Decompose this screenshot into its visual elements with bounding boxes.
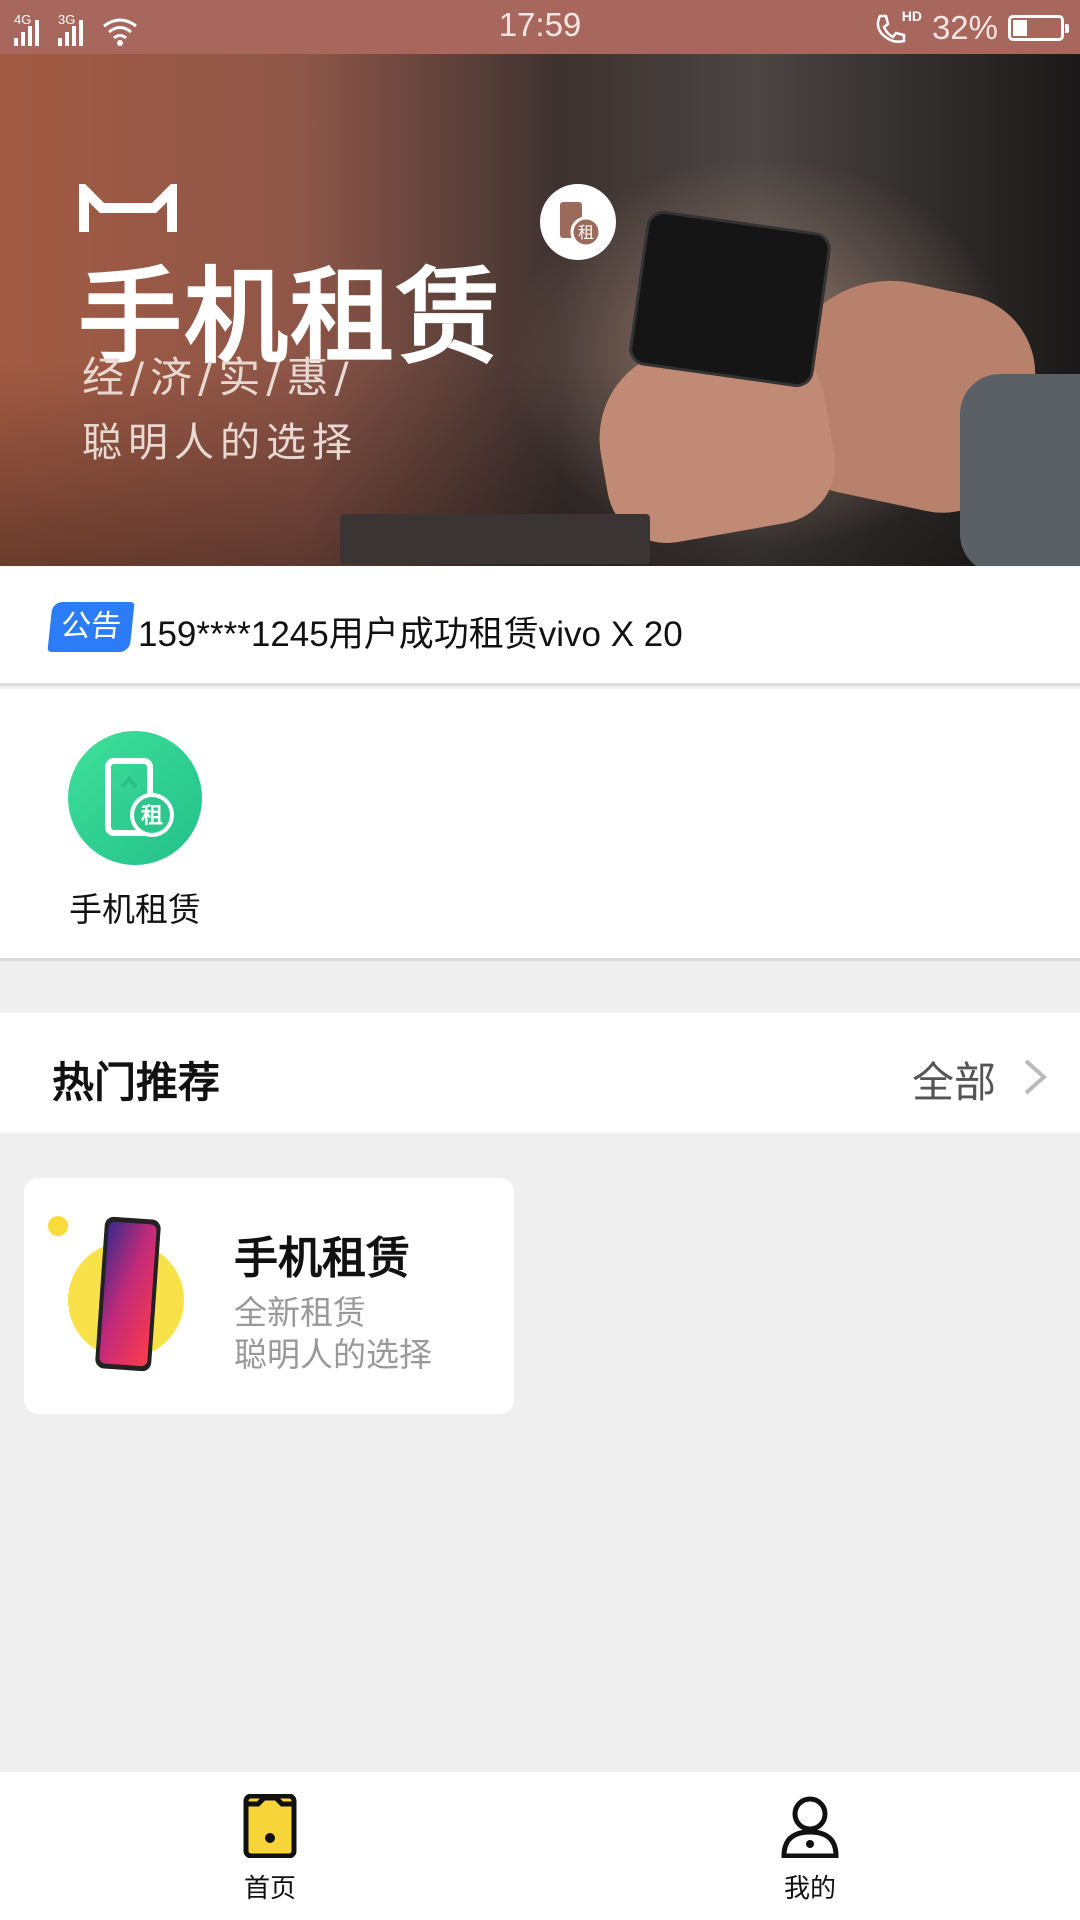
section-title: 热门推荐 bbox=[52, 1058, 221, 1107]
category-grid: 租 手机租赁 bbox=[0, 689, 1080, 961]
card-title: 手机租赁 bbox=[234, 1233, 410, 1284]
chevron-right-icon[interactable] bbox=[1016, 1057, 1056, 1097]
product-card[interactable]: 手机租赁 全新租赁 聪明人的选择 bbox=[24, 1178, 514, 1414]
nav-home[interactable]: 首页 bbox=[170, 1793, 370, 1905]
status-right: HD 32% bbox=[872, 8, 1069, 48]
home-phone-icon bbox=[243, 1793, 297, 1859]
category-label: 手机租赁 bbox=[69, 890, 201, 929]
status-bar: 4G 3G 17:59 HD 32% bbox=[0, 0, 1080, 54]
battery-icon bbox=[1008, 15, 1069, 41]
promo-banner[interactable]: 手机租赁 租 经/济/实/惠/ 聪明人的选择 bbox=[0, 54, 1080, 566]
banner-subtitle-2: 聪明人的选择 bbox=[82, 420, 358, 466]
category-item-phone-rent[interactable]: 租 手机租赁 bbox=[50, 731, 220, 931]
view-all-link[interactable]: 全部 bbox=[912, 1049, 996, 1110]
banner-phone-image bbox=[630, 212, 830, 386]
banner-badge-char: 租 bbox=[578, 223, 594, 242]
battery-percent: 32% bbox=[931, 9, 998, 46]
category-badge-char: 租 bbox=[141, 804, 163, 829]
card-subtitle-1: 全新租赁 bbox=[234, 1293, 366, 1332]
notice-tag: 公告 bbox=[47, 602, 135, 652]
notice-bar[interactable]: 公告 159****1245用户成功租赁vivo X 20 bbox=[0, 566, 1080, 686]
nav-home-label: 首页 bbox=[243, 1874, 296, 1904]
banner-laptop-image bbox=[340, 514, 650, 564]
phone-rent-icon: 租 bbox=[68, 731, 202, 865]
bottom-nav: 首页 我的 bbox=[0, 1772, 1080, 1920]
call-hd-icon: HD bbox=[872, 8, 922, 46]
banner-rent-badge-icon: 租 bbox=[540, 184, 616, 260]
nav-mine[interactable]: 我的 bbox=[710, 1794, 910, 1905]
notice-text: 159****1245用户成功租赁vivo X 20 bbox=[138, 615, 683, 654]
hot-recommend-header: 热门推荐 全部 bbox=[0, 1013, 1080, 1133]
user-icon bbox=[781, 1796, 839, 1859]
banner-subtitle-1: 经/济/实/惠/ bbox=[82, 353, 355, 402]
banner-logo-icon bbox=[79, 184, 177, 232]
nav-mine-label: 我的 bbox=[783, 1874, 836, 1904]
banner-sleeve bbox=[960, 374, 1080, 566]
card-subtitle-2: 聪明人的选择 bbox=[234, 1335, 432, 1374]
hd-label: HD bbox=[901, 8, 922, 24]
smartphone-image bbox=[48, 1216, 184, 1372]
